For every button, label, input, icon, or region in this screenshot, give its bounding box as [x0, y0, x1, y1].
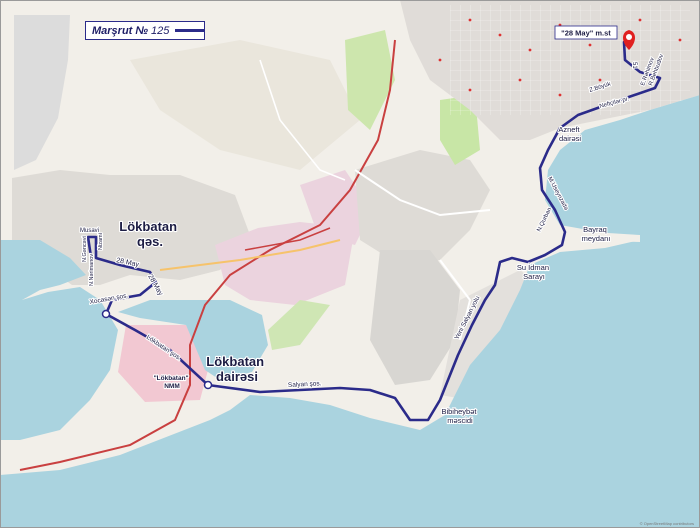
legend-route-number: 125 — [151, 24, 170, 37]
map-frame: Lökbatan qəs. Lökbatan dairəsi "Lökbatan… — [0, 0, 700, 528]
label-azneft: Azneft dairəsi — [558, 125, 581, 143]
route-legend: Marşrut № 125 — [85, 21, 205, 40]
map-credit: © OpenStreetMap contributors — [639, 521, 694, 526]
route-map[interactable]: Lökbatan qəs. Lökbatan dairəsi "Lökbatan… — [0, 0, 700, 528]
svg-text:"28 May" m.st: "28 May" m.st — [561, 29, 611, 38]
node-xocasen[interactable] — [101, 309, 111, 319]
legend-title: Marşrut № 125 — [92, 24, 170, 37]
street-musavi: Musavi — [80, 228, 99, 234]
legend-line-swatch — [175, 29, 204, 32]
street-n-gencevi: N.Gəncəvi — [82, 236, 88, 262]
node-lokbatan-dairesi[interactable] — [203, 380, 213, 390]
street-51: 51 — [631, 62, 637, 69]
street-n-narimanov: N.Nərimanov — [89, 254, 95, 286]
label-bayraq: Bayraq meydanı — [582, 225, 611, 243]
terminus-label: "28 May" m.st — [554, 25, 618, 40]
street-nizami: Nizami — [98, 233, 104, 250]
